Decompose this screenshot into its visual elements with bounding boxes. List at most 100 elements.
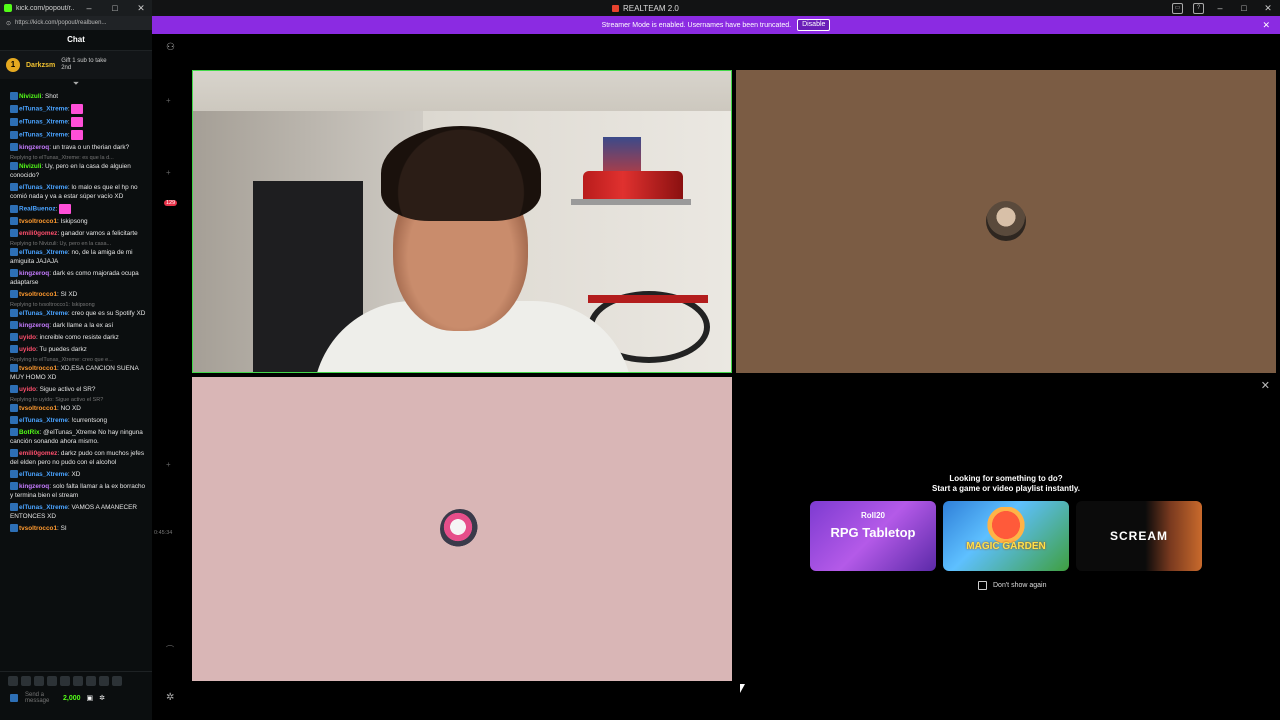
disable-streamer-mode-button[interactable]: Disable	[797, 19, 831, 31]
chat-username[interactable]: BotRix	[19, 429, 40, 436]
plus-icon[interactable]: +	[166, 168, 171, 177]
popout-titlebar: kick.com/popout/r... – □ ✕	[0, 0, 152, 16]
activity-card-magic-garden[interactable]: MAGIC GARDEN	[943, 501, 1069, 571]
inbox-icon[interactable]: ▭	[1172, 3, 1183, 14]
user-badge-icon	[10, 694, 18, 702]
dont-show-again-checkbox[interactable]	[978, 581, 987, 590]
app-maximize-button[interactable]: □	[1232, 0, 1256, 16]
top-gifter-banner[interactable]: 1 Darkzsm Gift 1 sub to take 2nd	[0, 51, 152, 79]
banner-close-icon[interactable]: ✕	[1262, 20, 1270, 31]
popout-url: https://kick.com/popout/realbuen...	[15, 20, 107, 26]
emote-icon[interactable]	[34, 676, 44, 686]
emote-icon[interactable]	[99, 676, 109, 686]
chat-username[interactable]: Nivizuli	[19, 93, 41, 100]
chat-username[interactable]: tvsoltrocco1	[19, 218, 57, 225]
activity-card-rpg-tabletop[interactable]: Roll20 RPG Tabletop	[810, 501, 936, 571]
people-icon[interactable]: ⚇	[166, 42, 175, 53]
chat-username[interactable]: elTunas_Xtreme	[19, 310, 68, 317]
popout-minimize-button[interactable]: –	[78, 3, 100, 13]
participant-avatar	[986, 201, 1026, 241]
reply-context[interactable]: Replying to elTunas_Xtreme: es que la d.…	[10, 155, 147, 162]
reply-context[interactable]: Replying to tvsoltrocco1: Iskipsong	[10, 302, 147, 309]
chat-username[interactable]: elTunas_Xtreme	[19, 106, 68, 113]
plus-icon[interactable]: +	[166, 460, 171, 469]
emote-icon[interactable]	[73, 676, 83, 686]
emote-icon[interactable]	[8, 676, 18, 686]
emote-bar	[0, 672, 152, 690]
emote-icon[interactable]	[47, 676, 57, 686]
chat-username[interactable]: elTunas_Xtreme	[19, 417, 68, 424]
chat-message: elTunas_Xtreme:	[10, 130, 147, 140]
chat-username[interactable]: elTunas_Xtreme	[19, 119, 68, 126]
reply-context[interactable]: Replying to elTunas_Xtreme: creo que e..…	[10, 357, 147, 364]
chat-username[interactable]: tvsoltrocco1	[19, 365, 57, 372]
activity-title-line-2: Start a game or video playlist instantly…	[932, 484, 1080, 493]
chat-message: kingzeroq: un trava o un therian dark?	[10, 143, 147, 152]
user-badge-icon	[10, 131, 18, 139]
user-badge-icon	[10, 470, 18, 479]
chat-username[interactable]: elTunas_Xtreme	[19, 184, 68, 191]
app-logo-icon	[612, 4, 619, 12]
message-input[interactable]: Send a message	[25, 692, 57, 704]
chat-username[interactable]: elTunas_Xtreme	[19, 249, 68, 256]
emote-icon[interactable]	[21, 676, 31, 686]
chat-text: increible como resiste darkz	[39, 334, 119, 341]
popout-close-button[interactable]: ✕	[130, 3, 152, 14]
popout-url-bar[interactable]: ⊙ https://kick.com/popout/realbuen...	[0, 16, 152, 30]
emote-icon[interactable]	[112, 676, 122, 686]
chat-username[interactable]: elTunas_Xtreme	[19, 132, 68, 139]
chat-text: Iskipsong	[60, 218, 88, 225]
chat-username[interactable]: uyido	[19, 386, 36, 393]
settings-icon[interactable]: ✲	[99, 694, 105, 702]
chat-username[interactable]: tvsoltrocco1	[19, 525, 57, 532]
emote-icon[interactable]	[86, 676, 96, 686]
activity-close-icon[interactable]: ✕	[1261, 379, 1270, 392]
chat-username[interactable]: kingzeroq	[19, 144, 49, 151]
popout-title: kick.com/popout/r...	[16, 4, 74, 12]
chat-filter-icon[interactable]: ⏷	[0, 79, 152, 89]
chat-text: NO XD	[60, 405, 81, 412]
lock-icon: ⊙	[6, 20, 12, 27]
activity-suggestions-panel: ✕ Looking for something to do? Start a g…	[736, 377, 1276, 681]
webcam-toy	[583, 171, 683, 199]
plus-icon[interactable]: +	[166, 96, 171, 105]
chat-username[interactable]: emili0gomez	[19, 230, 57, 237]
participant-tile-2[interactable]	[736, 70, 1276, 373]
chat-username[interactable]: kingzeroq	[19, 483, 49, 490]
gift-icon[interactable]: ▣	[87, 694, 94, 702]
reply-context[interactable]: Replying to uyido: Sigue activo el SR?	[10, 397, 147, 404]
chat-username[interactable]: elTunas_Xtreme	[19, 471, 68, 478]
chat-username[interactable]: Nivizuli	[19, 163, 41, 170]
chat-message: uyido: Sigue activo el SR?	[10, 385, 147, 394]
chat-username[interactable]: RealBuenoz	[19, 206, 56, 213]
chat-message: elTunas_Xtreme: !currentsong	[10, 416, 147, 425]
hangup-icon[interactable]: ⌒	[166, 644, 174, 655]
chat-username[interactable]: tvsoltrocco1	[19, 405, 57, 412]
app-close-button[interactable]: ✕	[1256, 0, 1280, 16]
help-icon[interactable]: ?	[1193, 3, 1204, 14]
user-badge-icon	[10, 205, 18, 213]
channel-points[interactable]: 2,000	[63, 695, 81, 702]
app-titlebar: REALTEAM 2.0 ▭ ? – □ ✕	[152, 0, 1280, 16]
popout-maximize-button[interactable]: □	[104, 3, 126, 13]
chat-text: ganador vamos a felicitarte	[60, 230, 138, 237]
reply-context[interactable]: Replying to Nivizuli: Uy, pero en la cas…	[10, 241, 147, 248]
settings-icon[interactable]: ✲	[166, 692, 174, 703]
user-badge-icon	[10, 217, 18, 226]
webcam-tile[interactable]	[192, 70, 732, 373]
chat-username[interactable]: tvsoltrocco1	[19, 291, 57, 298]
participant-tile-3[interactable]	[192, 377, 732, 681]
chat-message: uyido: increible como resiste darkz	[10, 333, 147, 342]
chat-username[interactable]: kingzeroq	[19, 270, 49, 277]
chat-username[interactable]: uyido	[19, 334, 36, 341]
chat-username[interactable]: uyido	[19, 346, 36, 353]
chat-username[interactable]: kingzeroq	[19, 322, 49, 329]
chat-username[interactable]: emili0gomez	[19, 450, 57, 457]
chat-username[interactable]: elTunas_Xtreme	[19, 504, 68, 511]
emote-icon[interactable]	[60, 676, 70, 686]
activity-card-scream[interactable]: SCREAM	[1076, 501, 1202, 571]
chat-text: SI XD	[60, 291, 78, 298]
participant-avatar	[440, 509, 480, 549]
app-minimize-button[interactable]: –	[1208, 0, 1232, 16]
dont-show-again-option[interactable]: Don't show again	[978, 581, 1046, 590]
